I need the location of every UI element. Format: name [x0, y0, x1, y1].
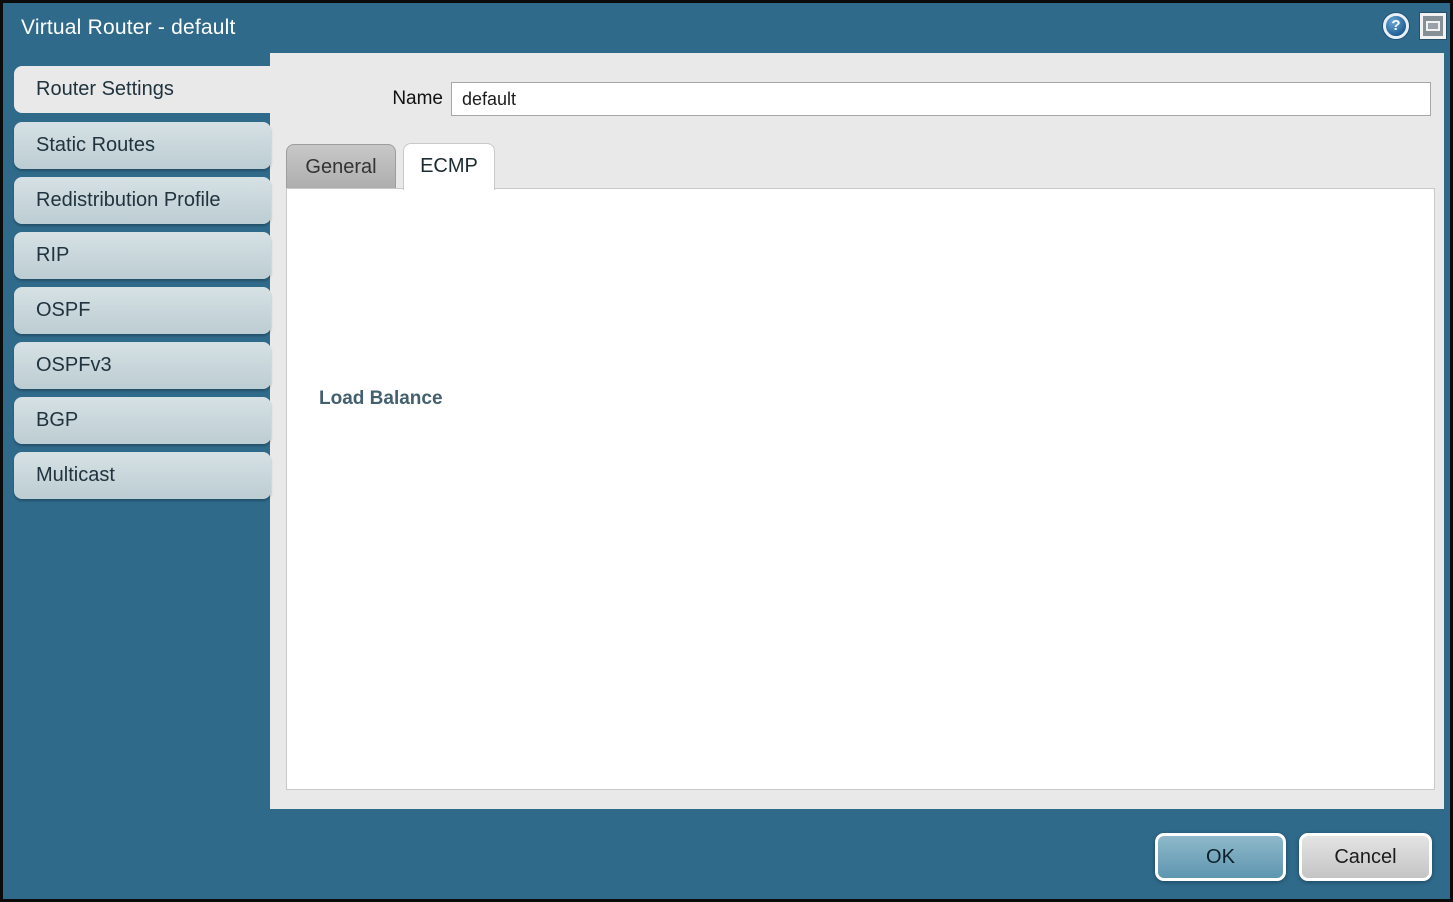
cancel-button[interactable]: Cancel: [1299, 833, 1432, 881]
sidebar-item-ospfv3[interactable]: OSPFv3: [14, 342, 271, 389]
name-input[interactable]: [451, 82, 1431, 116]
help-icon[interactable]: ?: [1383, 13, 1409, 39]
sidebar-item-bgp[interactable]: BGP: [14, 397, 271, 444]
sidebar-item-ospf[interactable]: OSPF: [14, 287, 271, 334]
ecmp-tab-panel: [286, 188, 1435, 790]
load-balance-legend: Load Balance: [313, 388, 449, 410]
tab-ecmp[interactable]: ECMP: [403, 143, 495, 190]
dialog-title: Virtual Router - default: [21, 16, 236, 40]
sidebar-item-redistribution-profile[interactable]: Redistribution Profile: [14, 177, 271, 224]
window-icon[interactable]: [1420, 13, 1446, 39]
ok-button[interactable]: OK: [1155, 833, 1286, 881]
virtual-router-dialog: Virtual Router - default ? Router Settin…: [0, 0, 1453, 902]
sidebar-item-rip[interactable]: RIP: [14, 232, 271, 279]
sidebar-item-router-settings[interactable]: Router Settings: [14, 66, 278, 113]
tab-general[interactable]: General: [286, 144, 396, 188]
sidebar-item-static-routes[interactable]: Static Routes: [14, 122, 271, 169]
sidebar-item-multicast[interactable]: Multicast: [14, 452, 271, 499]
name-label: Name: [303, 82, 443, 116]
window-icon-inner: [1426, 21, 1440, 31]
